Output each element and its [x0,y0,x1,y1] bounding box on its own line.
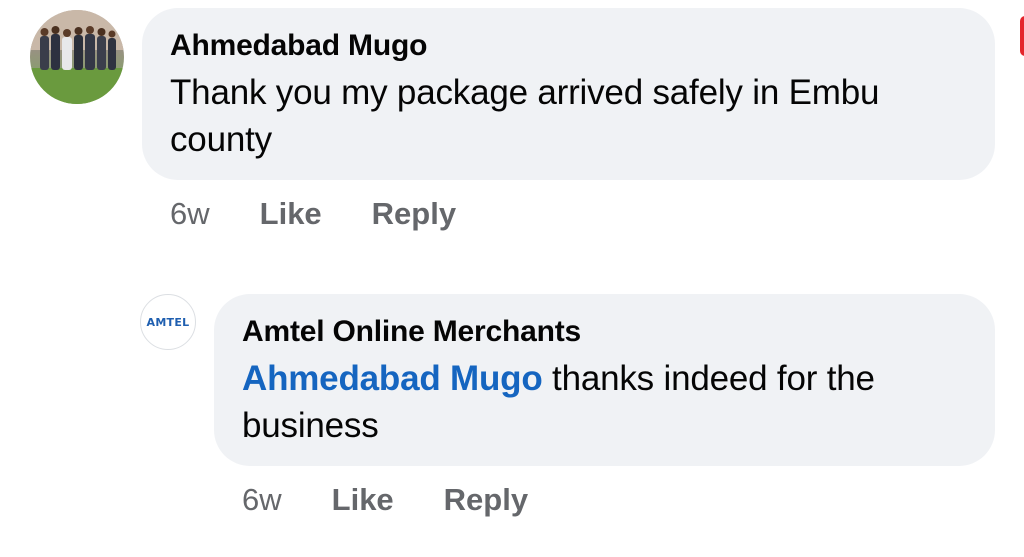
amtel-logo-icon: AMTEL [146,315,190,329]
like-button[interactable]: Like [332,482,394,518]
commenter-avatar[interactable] [30,10,124,104]
comment-timestamp[interactable]: 6w [170,196,210,232]
reply-actions: 6w Like Reply [242,482,578,518]
comment-bubble: Ahmedabad Mugo Thank you my package arri… [142,8,995,180]
comment-actions: 6w Like Reply [170,196,506,232]
comment-author[interactable]: Ahmedabad Mugo [170,28,995,64]
mention-link[interactable]: Ahmedabad Mugo [242,359,543,398]
like-button[interactable]: Like [260,196,322,232]
comments-thread: Ahmedabad Mugo Thank you my package arri… [0,0,1024,557]
reply-text: Ahmedabad Mugo thanks indeed for the bus… [242,355,962,449]
reply-author[interactable]: Amtel Online Merchants [242,314,995,350]
edge-accent [1020,16,1024,56]
reply-button[interactable]: Reply [444,482,528,518]
group-photo-icon [30,10,124,104]
merchant-avatar[interactable]: AMTEL [140,294,196,350]
reply-bubble: Amtel Online Merchants Ahmedabad Mugo th… [214,294,995,466]
reply-button[interactable]: Reply [372,196,456,232]
reply-timestamp[interactable]: 6w [242,482,282,518]
comment-text: Thank you my package arrived safely in E… [170,73,880,159]
